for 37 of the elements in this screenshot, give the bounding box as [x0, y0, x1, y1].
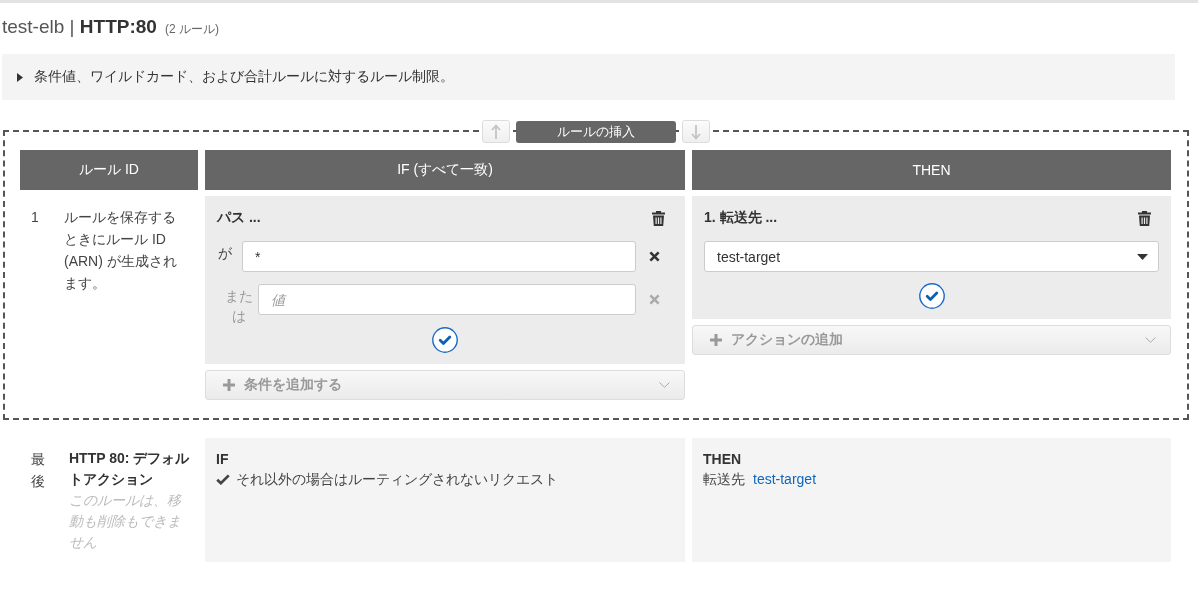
rule-number: 1 — [31, 208, 40, 227]
rule-position: 最後 — [31, 450, 45, 491]
check-icon — [216, 473, 230, 485]
check-circle-icon[interactable] — [432, 327, 458, 353]
trash-icon[interactable] — [1138, 210, 1151, 226]
column-header: IF (すべて一致) — [205, 150, 685, 190]
check-circle-icon[interactable] — [918, 283, 945, 309]
action-label: 転送先 — [703, 470, 745, 489]
default-rule-title: HTTP 80: デフォルトアクション — [69, 449, 191, 489]
trash-icon[interactable] — [652, 210, 665, 226]
connector-label: または — [225, 287, 253, 326]
chevron-down-icon — [1145, 337, 1156, 343]
chevron-down-icon — [659, 382, 670, 388]
condition-title: パス ... — [217, 209, 261, 227]
caret-down-icon — [1137, 253, 1148, 260]
close-icon[interactable] — [649, 251, 660, 262]
notice-toggle[interactable]: 条件値、ワイルドカード、および合計ルールに対するルール制限。 — [17, 68, 454, 86]
page-title: test-elb | HTTP:80 — [2, 15, 157, 39]
column-header: ルール ID — [20, 150, 198, 190]
column-header: THEN — [692, 150, 1171, 190]
value-field[interactable]: 値 — [258, 284, 636, 315]
then-label: THEN — [703, 450, 742, 469]
value-field[interactable]: * — [242, 241, 636, 272]
plus-icon — [710, 334, 722, 346]
down-arrow-icon — [690, 123, 702, 140]
connector-label: が — [218, 244, 232, 263]
if-condition-text: それ以外の場合はルーティングされないリクエスト — [236, 470, 558, 489]
if-label: IF — [216, 450, 229, 469]
default-rule-note: このルールは、移動も削除もできません — [69, 491, 183, 552]
action-title: 1. 転送先 ... — [704, 209, 778, 227]
rule-note: ルールを保存するときにルール ID (ARN) が生成されます。 — [64, 208, 178, 293]
up-arrow-icon — [490, 123, 502, 140]
insert-position-label: ルールの挿入 — [516, 120, 676, 143]
target-link[interactable]: test-target — [753, 469, 817, 489]
plus-icon — [223, 379, 235, 391]
rule-count: (2 ルール) — [164, 21, 219, 38]
target-select[interactable]: test-target — [704, 241, 1159, 272]
